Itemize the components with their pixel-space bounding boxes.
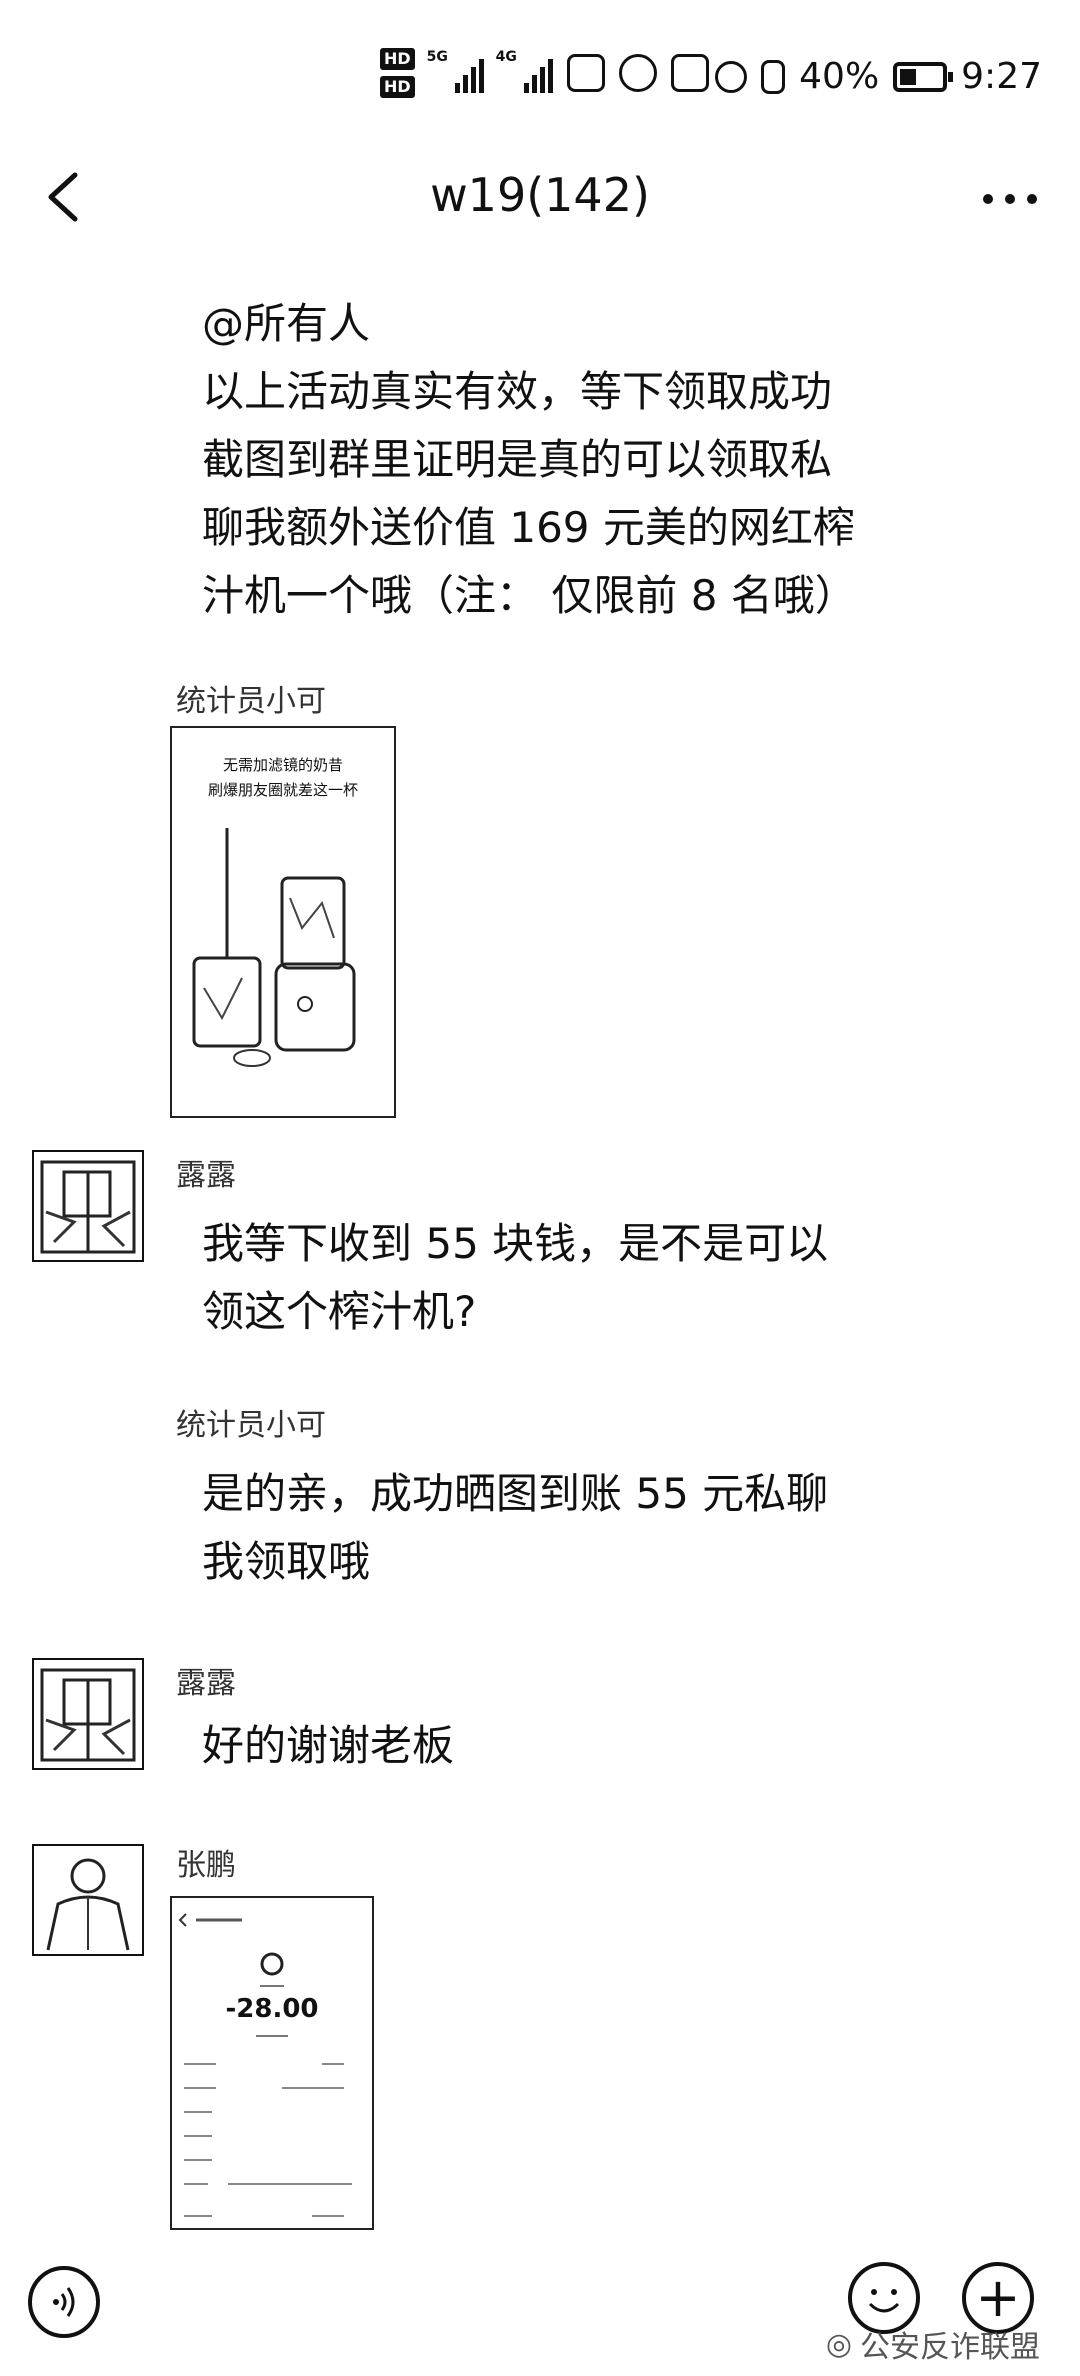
avatar[interactable] bbox=[32, 1658, 144, 1770]
vibrate-icon bbox=[761, 59, 786, 94]
sender-name: 统计员小可 bbox=[176, 1408, 326, 1443]
signal-4g-icon: 4G bbox=[496, 49, 553, 93]
alarm-icon bbox=[715, 60, 748, 93]
chat-title: w19(142) bbox=[430, 168, 650, 222]
status-bar: HD HD 5G 4G 40% 9:27 bbox=[0, 0, 1080, 150]
payment-receipt-image[interactable]: -28.00 bbox=[170, 1896, 374, 2230]
status-icons-left: HD HD 5G 4G bbox=[380, 48, 709, 98]
wechat-icon bbox=[618, 54, 657, 92]
message-lulu-thanks: 露露 好的谢谢老板 bbox=[0, 1650, 1080, 1800]
wechat-official-icon: ◎ bbox=[825, 2326, 852, 2362]
watermark-text: 公安反诈联盟 bbox=[860, 2330, 1040, 2365]
notification-icon bbox=[566, 54, 605, 92]
dot-icon bbox=[1027, 194, 1037, 204]
message-lulu-question: 露露 我等下收到 55 块钱，是不是可以 领这个榨汁机? bbox=[0, 1140, 1080, 1360]
smiley-icon bbox=[868, 2289, 900, 2313]
avatar[interactable] bbox=[32, 1410, 144, 1522]
message-text[interactable]: 好的谢谢老板 bbox=[202, 1712, 902, 1780]
clock: 9:27 bbox=[961, 56, 1042, 97]
avatar[interactable] bbox=[32, 1150, 144, 1262]
receipt-amount: -28.00 bbox=[225, 1994, 319, 2024]
avatar-lulu-icon bbox=[40, 1668, 136, 1762]
more-options-button[interactable] bbox=[970, 164, 1050, 234]
voice-icon bbox=[53, 2287, 75, 2317]
ad-headline-2: 刷爆朋友圈就差这一杯 bbox=[207, 781, 358, 799]
juicer-ad-image[interactable]: 无需加滤镜的奶昔 刷爆朋友圈就差这一杯 bbox=[170, 726, 396, 1118]
message-announcement: @所有人 以上活动真实有效，等下领取成功 截图到群里证明是真的可以领取私 聊我额… bbox=[0, 290, 1080, 630]
sender-name: 统计员小可 bbox=[176, 684, 326, 719]
status-icons-right: 40% 9:27 bbox=[715, 56, 1042, 97]
avatar-zhangpeng-icon bbox=[46, 1858, 130, 1951]
message-juicer-image: 统计员小可 无需加滤镜的奶昔 刷爆朋友圈就差这一杯 bbox=[0, 660, 1080, 1140]
shield-icon bbox=[670, 54, 709, 92]
avatar-lulu-icon bbox=[40, 1160, 136, 1254]
sender-name: 露露 bbox=[176, 1666, 236, 1701]
message-text[interactable]: @所有人 以上活动真实有效，等下领取成功 截图到群里证明是真的可以领取私 聊我额… bbox=[202, 290, 902, 630]
sender-name: 张鹏 bbox=[176, 1848, 236, 1883]
message-zhangpeng-receipt: 张鹏 -28.00 bbox=[0, 1840, 1080, 2230]
ad-headline-1: 无需加滤镜的奶昔 bbox=[222, 756, 343, 774]
chat-header: w19(142) bbox=[0, 150, 1080, 250]
sender-name: 露露 bbox=[176, 1158, 236, 1193]
hd-badge-1: HD bbox=[380, 48, 415, 70]
voice-input-button[interactable] bbox=[28, 2266, 100, 2338]
battery-percent: 40% bbox=[799, 56, 880, 97]
hd-indicators: HD HD bbox=[380, 48, 415, 98]
message-text[interactable]: 是的亲，成功晒图到账 55 元私聊 我领取哦 bbox=[202, 1460, 902, 1596]
avatar[interactable] bbox=[32, 1844, 144, 1956]
juicer-illustration bbox=[192, 828, 356, 1067]
signal-5g-icon: 5G bbox=[427, 49, 484, 93]
hd-badge-2: HD bbox=[380, 76, 415, 98]
message-stat-reply: 统计员小可 是的亲，成功晒图到账 55 元私聊 我领取哦 bbox=[0, 1400, 1080, 1610]
dot-icon bbox=[983, 194, 993, 204]
dot-icon bbox=[1005, 194, 1015, 204]
input-bar: + ◎ 公安反诈联盟 bbox=[0, 2226, 1080, 2376]
watermark: ◎ 公安反诈联盟 bbox=[826, 2322, 1040, 2366]
receipt-layout bbox=[178, 1913, 352, 2217]
plus-icon: + bbox=[975, 2266, 1021, 2329]
message-text[interactable]: 我等下收到 55 块钱，是不是可以 领这个榨汁机? bbox=[202, 1210, 902, 1346]
battery-icon bbox=[893, 61, 954, 92]
